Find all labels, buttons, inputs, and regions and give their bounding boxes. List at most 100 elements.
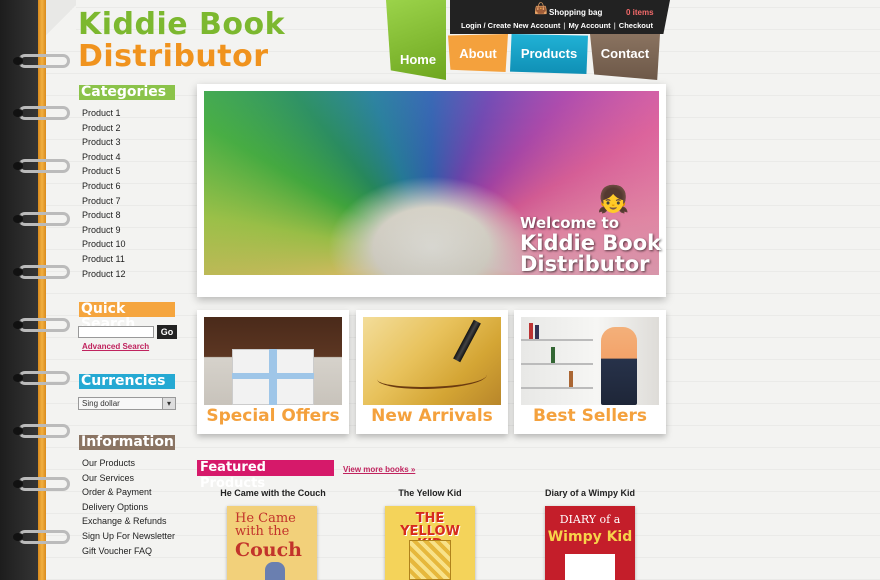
category-item[interactable]: Product 3 xyxy=(82,135,126,150)
account-bar: 👜 Shopping bag 0 items Login / Create Ne… xyxy=(450,0,670,34)
separator: | xyxy=(563,21,566,30)
category-item[interactable]: Product 8 xyxy=(82,208,126,223)
shopping-bag-link[interactable]: Shopping bag xyxy=(549,8,602,17)
login-link[interactable]: Login / Create New Account xyxy=(461,21,560,30)
category-item[interactable]: Product 7 xyxy=(82,194,126,209)
new-arrivals-card[interactable]: New Arrivals xyxy=(356,310,508,434)
currency-select[interactable]: Sing dollar ▾ xyxy=(78,397,176,410)
info-link[interactable]: Order & Payment xyxy=(82,485,175,500)
book-spine xyxy=(529,323,533,339)
product-title[interactable]: The Yellow Kid xyxy=(355,488,505,498)
shelf xyxy=(521,363,593,365)
cover-illustration xyxy=(409,540,451,580)
gift-box-image xyxy=(204,317,342,405)
book-cover[interactable]: He Came with the Couch xyxy=(227,506,317,580)
info-link[interactable]: Exchange & Refunds xyxy=(82,514,175,529)
fountain-pen xyxy=(453,319,481,363)
bookshelf-image xyxy=(521,317,659,405)
book-cover[interactable]: DIARY of a Wimpy Kid xyxy=(545,506,635,580)
cover-title: Wimpy Kid xyxy=(547,529,633,545)
binder-ring xyxy=(13,530,70,544)
book-spine xyxy=(551,347,555,363)
ink-scribble xyxy=(377,365,487,389)
binder-ring xyxy=(13,318,70,332)
binder-ring xyxy=(13,212,70,226)
view-more-books-link[interactable]: View more books » xyxy=(343,465,415,474)
person-reaching-shelf xyxy=(601,327,637,405)
nav-tab-home[interactable]: Home xyxy=(386,0,446,80)
search-input[interactable] xyxy=(78,326,154,338)
info-link[interactable]: Sign Up For Newsletter xyxy=(82,529,175,544)
category-item[interactable]: Product 6 xyxy=(82,179,126,194)
binder-ring xyxy=(13,159,70,173)
quick-search-heading: Quick Search xyxy=(79,302,175,332)
kids-illustration-icon: 👧 xyxy=(597,184,630,214)
featured-products-heading: Featured Products xyxy=(197,460,334,491)
site-logo[interactable]: Kiddie Book Distributor xyxy=(78,10,285,72)
separator: | xyxy=(613,21,616,30)
information-list: Our Products Our Services Order & Paymen… xyxy=(82,456,175,558)
category-item[interactable]: Product 5 xyxy=(82,164,126,179)
category-item[interactable]: Product 4 xyxy=(82,150,126,165)
my-account-link[interactable]: My Account xyxy=(568,21,610,30)
book-spine xyxy=(535,325,539,339)
info-link[interactable]: Gift Voucher FAQ xyxy=(82,544,175,559)
book-spine xyxy=(569,371,573,387)
page-curl xyxy=(46,0,76,40)
book-cover[interactable]: THE YELLOW KID xyxy=(385,506,475,580)
product-title[interactable]: He Came with the Couch xyxy=(198,488,348,498)
category-item[interactable]: Product 2 xyxy=(82,121,126,136)
special-offers-card[interactable]: Special Offers xyxy=(197,310,349,434)
information-heading: Information xyxy=(79,434,175,450)
logo-line-2: Distributor xyxy=(78,39,269,74)
chevron-down-icon[interactable]: ▾ xyxy=(162,398,175,409)
checkout-link[interactable]: Checkout xyxy=(619,21,653,30)
welcome-text: Welcome to Kiddie Book Distributor xyxy=(520,216,661,275)
info-link[interactable]: Delivery Options xyxy=(82,500,175,515)
info-link[interactable]: Our Products xyxy=(82,456,175,471)
search-go-button[interactable]: Go xyxy=(157,325,177,339)
cover-title: DIARY of a xyxy=(559,513,621,526)
cart-items-count[interactable]: 0 items xyxy=(626,8,654,17)
currencies-heading: Currencies xyxy=(79,374,175,389)
binder-edge xyxy=(38,0,46,580)
hero-banner[interactable]: 👧 Welcome to Kiddie Book Distributor xyxy=(197,84,666,297)
shelf xyxy=(521,387,593,389)
welcome-brand-line-1: Kiddie Book xyxy=(520,231,662,255)
category-item[interactable]: Product 10 xyxy=(82,237,126,252)
info-link[interactable]: Our Services xyxy=(82,471,175,486)
gift-ribbon xyxy=(232,373,314,379)
fountain-pen-image xyxy=(363,317,501,405)
binder-ring xyxy=(13,54,70,68)
binder-ring xyxy=(13,371,70,385)
cover-title: Couch xyxy=(235,539,302,561)
welcome-line: Welcome to xyxy=(520,214,620,232)
best-sellers-card[interactable]: Best Sellers xyxy=(514,310,666,434)
cover-illustration xyxy=(565,554,615,580)
logo-line-1: Kiddie Book xyxy=(78,7,286,42)
category-item[interactable]: Product 11 xyxy=(82,252,126,267)
categories-heading: Categories xyxy=(79,85,175,100)
currency-selected-value: Sing dollar xyxy=(82,399,120,408)
product-title[interactable]: Diary of a Wimpy Kid xyxy=(515,488,665,498)
binder-ring xyxy=(13,265,70,279)
nav-tab-about[interactable]: About xyxy=(448,34,508,72)
account-links: Login / Create New Account | My Account | Ch… xyxy=(461,21,653,30)
shopping-bag-icon[interactable]: 👜 xyxy=(534,4,548,15)
new-arrivals-label: New Arrivals xyxy=(371,406,493,426)
binder-ring xyxy=(13,424,70,438)
advanced-search-link[interactable]: Advanced Search xyxy=(82,342,149,351)
binder-ring xyxy=(13,477,70,491)
special-offers-label: Special Offers xyxy=(206,406,340,426)
category-item[interactable]: Product 1 xyxy=(82,106,126,121)
category-item[interactable]: Product 12 xyxy=(82,267,126,282)
category-item[interactable]: Product 9 xyxy=(82,223,126,238)
shelf xyxy=(521,339,593,341)
best-sellers-label: Best Sellers xyxy=(532,406,648,426)
category-list: Product 1 Product 2 Product 3 Product 4 … xyxy=(82,106,126,281)
binder-ring xyxy=(13,106,70,120)
nav-tab-contact[interactable]: Contact xyxy=(590,34,660,80)
cover-title: He Came with the xyxy=(235,511,296,539)
nav-tab-products[interactable]: Products xyxy=(510,34,588,74)
cover-illustration xyxy=(265,562,285,580)
